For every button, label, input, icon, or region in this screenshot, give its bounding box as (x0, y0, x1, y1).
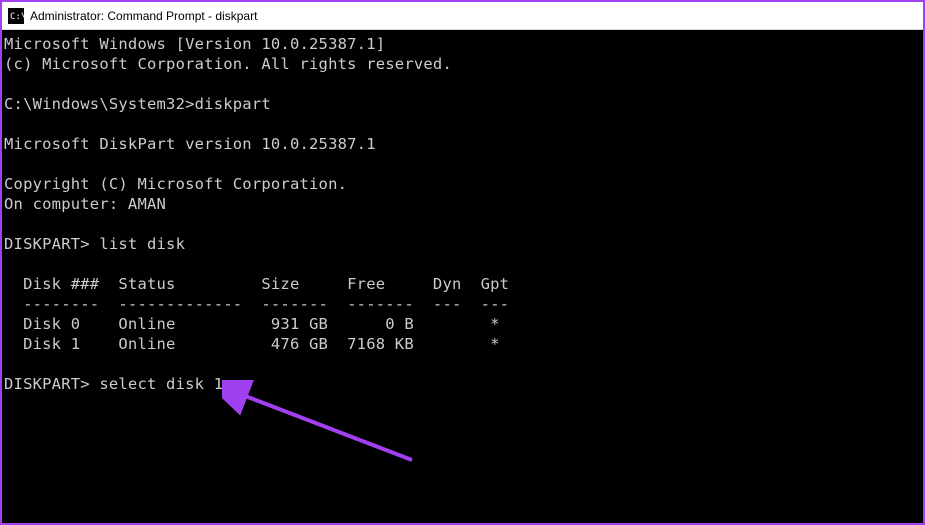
terminal-line: On computer: AMAN (4, 195, 166, 213)
terminal-line: C:\Windows\System32>diskpart (4, 95, 271, 113)
terminal-line: Disk 1 Online 476 GB 7168 KB * (4, 335, 500, 353)
terminal-line: Microsoft Windows [Version 10.0.25387.1] (4, 35, 385, 53)
terminal-line: Disk 0 Online 931 GB 0 B * (4, 315, 500, 333)
cmd-icon: C:\ (8, 8, 24, 24)
terminal-line: Microsoft DiskPart version 10.0.25387.1 (4, 135, 376, 153)
terminal-line: -------- ------------- ------- ------- -… (4, 295, 509, 313)
terminal-line: DISKPART> list disk (4, 235, 185, 253)
cursor (224, 391, 232, 394)
terminal-line: (c) Microsoft Corporation. All rights re… (4, 55, 452, 73)
terminal-prompt-line: DISKPART> select disk 1 (4, 375, 223, 393)
titlebar[interactable]: C:\ Administrator: Command Prompt - disk… (2, 2, 923, 30)
terminal-line: Disk ### Status Size Free Dyn Gpt (4, 275, 509, 293)
terminal-line: Copyright (C) Microsoft Corporation. (4, 175, 347, 193)
terminal-output[interactable]: Microsoft Windows [Version 10.0.25387.1]… (2, 30, 923, 398)
window-title: Administrator: Command Prompt - diskpart (30, 9, 257, 23)
svg-text:C:\: C:\ (10, 12, 24, 22)
